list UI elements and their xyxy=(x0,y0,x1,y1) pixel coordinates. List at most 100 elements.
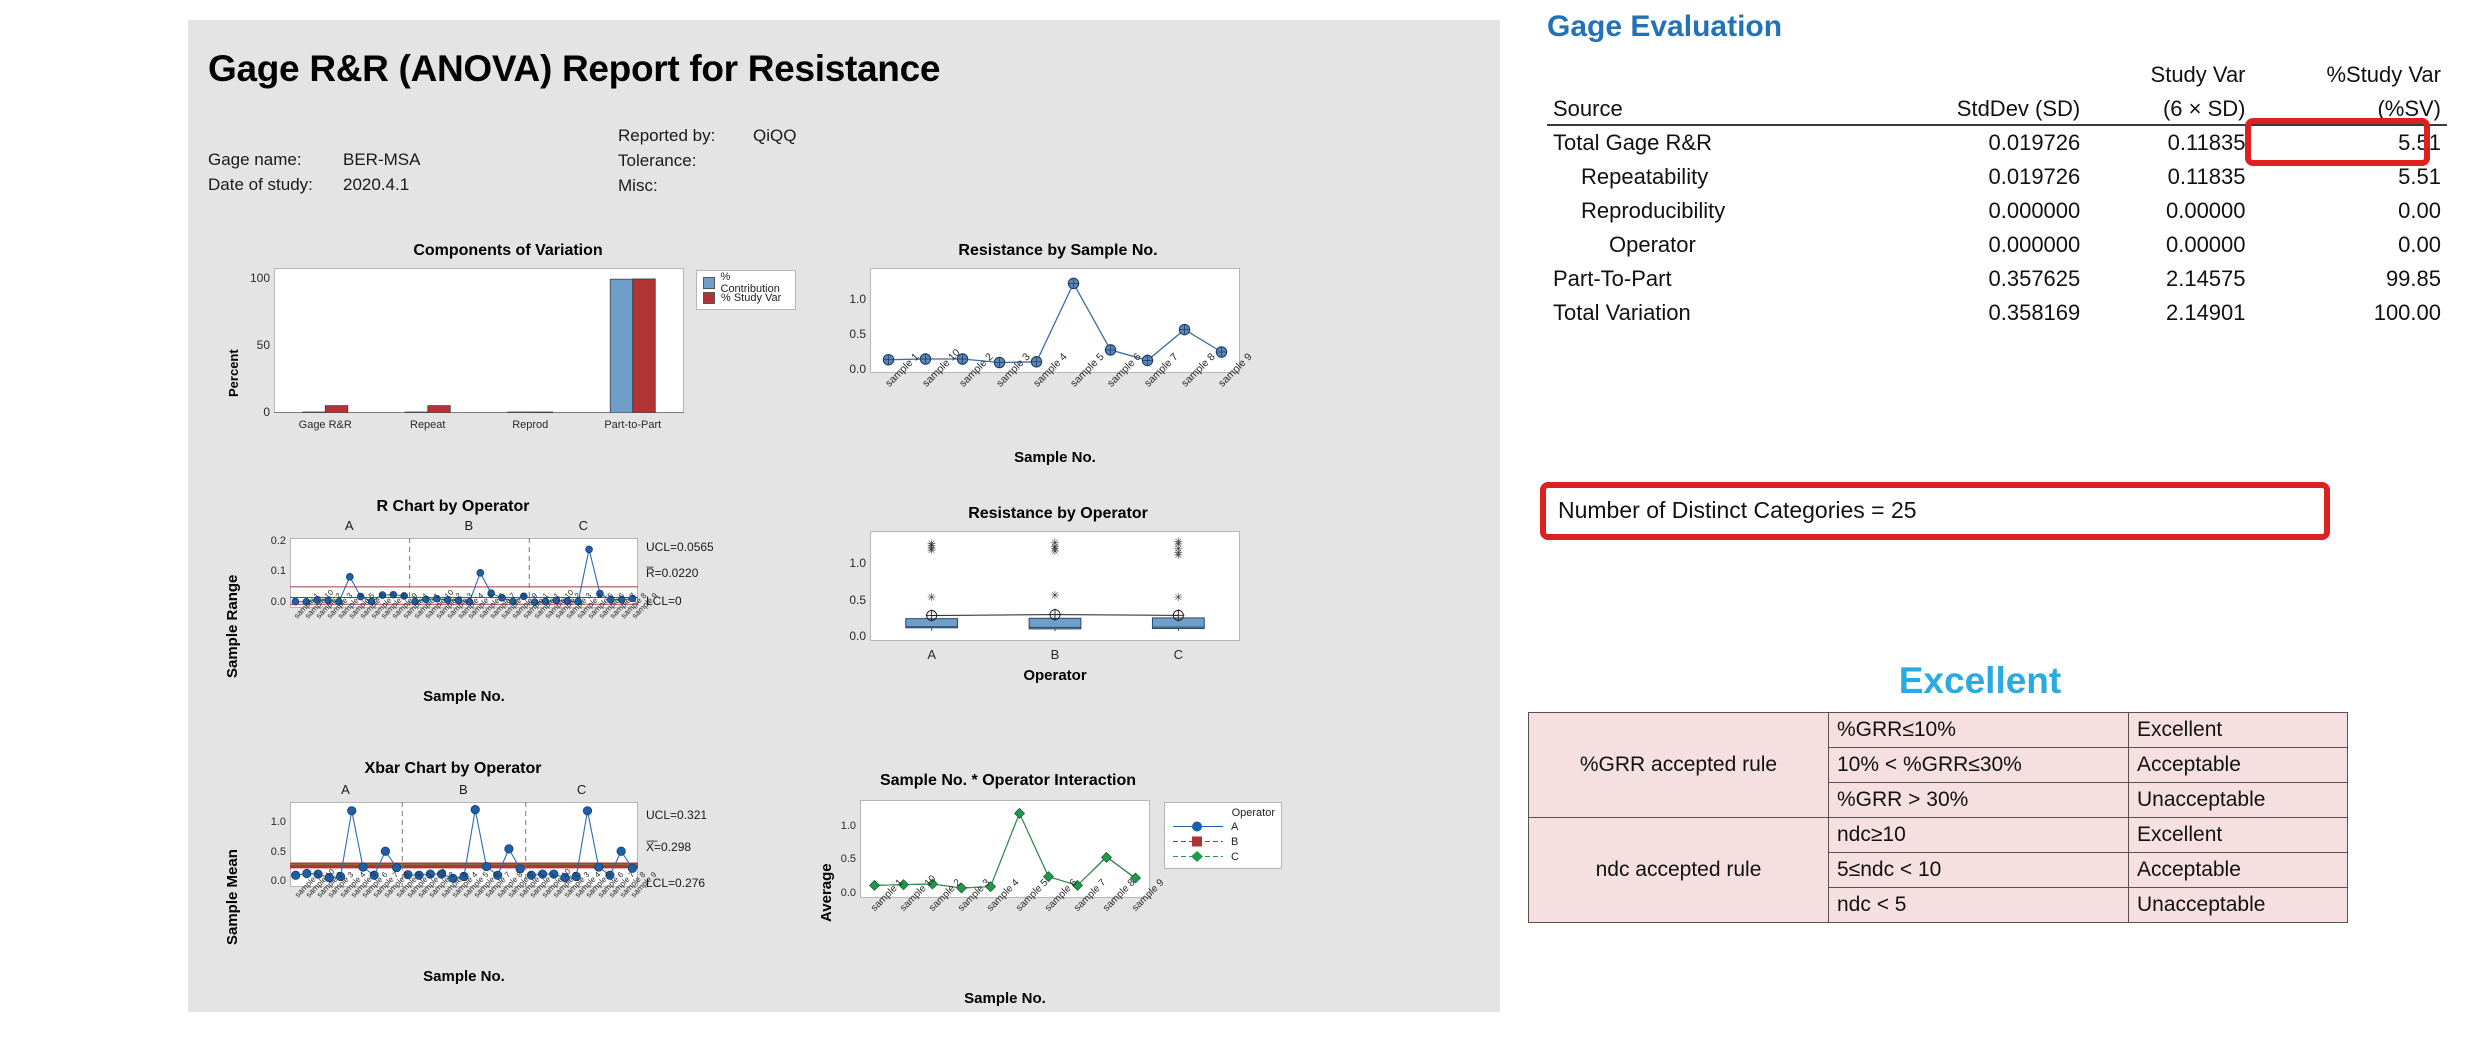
table-superheader-row: Study Var %Study Var xyxy=(1547,58,2447,92)
chart-sample-operator-interaction: Sample No. * Operator Interaction Averag… xyxy=(808,772,1308,1022)
x-tick-label: Reprod xyxy=(512,419,549,431)
y-tick-label: 0.0 xyxy=(840,886,856,899)
gage-evaluation-table: Study Var %Study Var Source StdDev (SD) (6 ×… xyxy=(1547,58,2447,330)
chart-resistance-by-sample: Resistance by Sample No. 0.0 0.5 1.0 sampl… xyxy=(808,242,1308,502)
stddev-cell: 0.358169 xyxy=(1988,300,2081,325)
x-tick-label: A xyxy=(927,647,936,662)
pct-studyvar-cell: 5.51 xyxy=(2398,164,2441,189)
chart-xbar-chart-by-operator: Xbar Chart by Operator Sample Mean 0.0 0.… xyxy=(218,760,798,1010)
rule-row: ndc accepted rule ndc≥10 Excellent xyxy=(1528,817,2348,923)
y-tick-label: 0.0 xyxy=(849,629,866,644)
source-cell: Reproducibility xyxy=(1581,198,1726,223)
chart-title: R Chart by Operator xyxy=(376,498,530,515)
legend-item: C xyxy=(1171,849,1275,864)
components-bars xyxy=(274,278,684,413)
control-limit-label: UCL=0.321 xyxy=(646,808,708,822)
legend-marker-icon xyxy=(1171,820,1225,833)
column-header: (6 × SD) xyxy=(2086,92,2252,126)
column-header: Source xyxy=(1547,92,1877,126)
y-tick-label: 1.0 xyxy=(849,291,866,306)
ndc-text: Number of Distinct Categories = 25 xyxy=(1558,497,1917,523)
reported-by-value: QiQQ xyxy=(753,126,797,145)
operator-boxplots: ✳✳✳✳✳✳✳✳✳✳✳✳✳✳✳✳ xyxy=(905,535,1205,632)
reported-by-label: Reported by: xyxy=(618,126,716,145)
rule-condition: %GRR > 30% xyxy=(1828,782,2129,818)
legend-item: A xyxy=(1171,819,1275,834)
rule-condition: 10% < %GRR≤30% xyxy=(1828,747,2129,783)
chart-legend: % Contribution% Study Var xyxy=(696,270,796,310)
chart-title: Components of Variation xyxy=(413,242,603,259)
x-tick-label: Repeat xyxy=(410,419,446,431)
y-tick-label: 0.0 xyxy=(849,361,866,376)
x-axis-title: Operator xyxy=(1023,667,1087,684)
table-row: Part-To-Part 0.357625 2.14575 99.85 xyxy=(1547,262,2447,296)
studyvar-cell: 0.00000 xyxy=(2165,198,2246,223)
misc-row: Misc: xyxy=(618,173,796,198)
gage-name-label: Gage name: xyxy=(208,150,302,169)
rule-condition: %GRR≤10% xyxy=(1828,712,2129,748)
y-axis-title: Sample Range xyxy=(224,574,241,678)
source-cell: Operator xyxy=(1609,232,1696,257)
pct-studyvar-cell: 100.00 xyxy=(2373,300,2441,325)
operator-panel-label: A xyxy=(344,518,354,533)
svg-text:✳: ✳ xyxy=(927,537,936,550)
control-limit-label: R̅=0.0220 xyxy=(646,566,699,580)
rule-row: %GRR accepted rule %GRR≤10% Excellent xyxy=(1528,712,2348,818)
y-tick-label: 0.5 xyxy=(840,853,856,866)
x-tick-label: Part-to-Part xyxy=(604,419,662,431)
stddev-cell: 0.019726 xyxy=(1988,164,2081,189)
operator-panel-label: A xyxy=(341,782,350,797)
svg-text:✳: ✳ xyxy=(1050,537,1059,550)
stddev-cell: 0.357625 xyxy=(1988,266,2081,291)
chart-r-chart-by-operator: R Chart by Operator Sample Range 0.0 0.1 0… xyxy=(218,498,798,748)
gage-name-row: Gage name: BER-MSA xyxy=(208,147,420,172)
pct-studyvar-cell: 0.00 xyxy=(2398,198,2441,223)
legend-marker-icon xyxy=(1171,835,1225,848)
table-row: Total Variation 0.358169 2.14901 100.00 xyxy=(1547,296,2447,330)
acceptance-rules-table: %GRR accepted rule %GRR≤10% Excellent 10% <… xyxy=(1528,712,2348,923)
y-tick-label: 0.1 xyxy=(270,565,286,578)
x-axis-title: Sample No. xyxy=(1014,449,1096,466)
chart-resistance-by-operator: Resistance by Operator ✳ ✳ ✳ ✳ ✳ ✳ ✳ ✳ ✳ ✳ ✳ ✳ ✳ ✳ ✳ ✳ … xyxy=(808,505,1308,715)
y-tick-label: 100 xyxy=(249,270,270,285)
x-tick-label: C xyxy=(1173,647,1184,662)
y-tick-label: 1.0 xyxy=(270,816,286,829)
chart-title: Resistance by Sample No. xyxy=(958,242,1158,259)
legend-swatch xyxy=(703,291,715,304)
y-tick-label: 0 xyxy=(263,405,270,419)
rule-condition: ndc≥10 xyxy=(1828,817,2129,853)
legend-item: % Study Var xyxy=(703,290,789,305)
tolerance-row: Tolerance: xyxy=(618,148,796,173)
y-tick-label: 0.5 xyxy=(849,592,866,607)
chart-title: Resistance by Operator xyxy=(968,505,1148,522)
x-axis-title: Sample No. xyxy=(423,968,505,985)
rule-condition: 5≤ndc < 10 xyxy=(1828,852,2129,888)
minitab-report-panel: Gage R&R (ANOVA) Report for Resistance G… xyxy=(188,20,1500,1012)
operator-panel-label: B xyxy=(459,782,468,797)
gage-name-value: BER-MSA xyxy=(343,150,421,169)
y-tick-label: 1.0 xyxy=(849,556,866,570)
x-tick-label: B xyxy=(1050,647,1060,662)
y-axis-title: Sample Mean xyxy=(224,849,241,945)
x-tick-label: Gage R&R xyxy=(298,419,352,431)
chart-title: Sample No. * Operator Interaction xyxy=(879,772,1137,789)
legend-label: A xyxy=(1231,820,1239,833)
svg-text:✳: ✳ xyxy=(1174,535,1183,548)
date-of-study-value: 2020.4.1 xyxy=(343,175,410,194)
y-tick-label: 0.0 xyxy=(270,874,286,887)
source-cell: Total Variation xyxy=(1553,300,1691,325)
legend-marker-icon xyxy=(1171,850,1225,863)
misc-label: Misc: xyxy=(618,176,658,195)
studyvar-cell: 0.11835 xyxy=(2167,164,2246,189)
table-row: Total Gage R&R 0.019726 0.11835 5.51 xyxy=(1547,125,2447,160)
legend-item: % Contribution xyxy=(703,271,789,295)
column-header: (%SV) xyxy=(2251,92,2447,126)
chart-legend: Operator A B C xyxy=(1164,802,1282,869)
tolerance-label: Tolerance: xyxy=(618,151,697,170)
control-limit-label: LCL=0 xyxy=(646,594,682,608)
stddev-cell: 0.000000 xyxy=(1988,198,2081,223)
control-limit-label: LCL=0.276 xyxy=(646,876,706,890)
rule-group-label: %GRR accepted rule xyxy=(1528,712,1829,818)
y-tick-label: 0.0 xyxy=(270,596,286,609)
legend-label: % Study Var xyxy=(721,291,782,304)
